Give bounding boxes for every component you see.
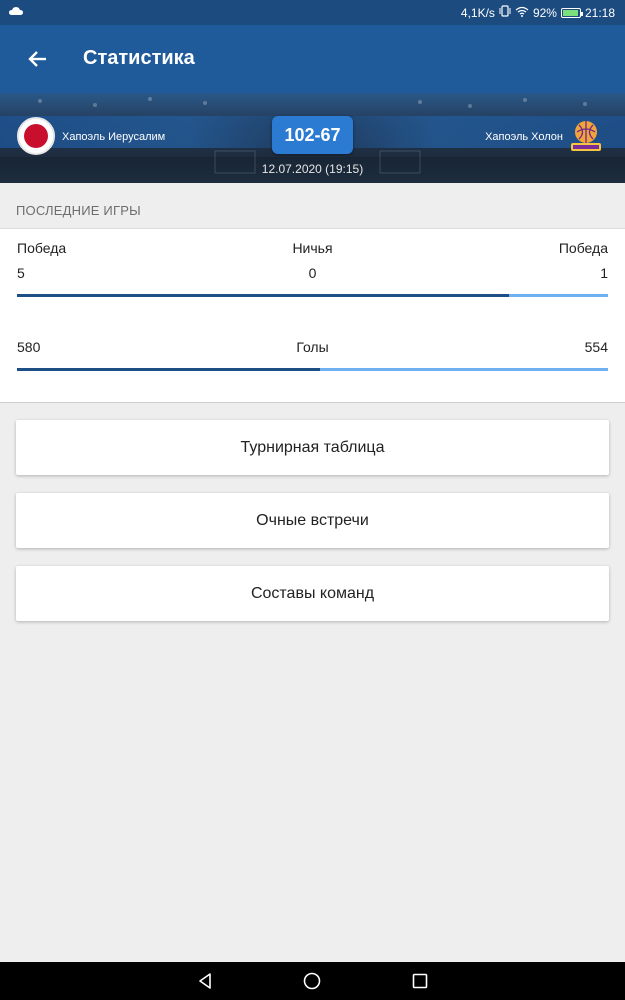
battery-percent: 92% xyxy=(532,5,557,20)
wifi-icon xyxy=(515,6,529,20)
goals-bar xyxy=(17,368,608,371)
away-wins-label: Победа xyxy=(558,240,608,256)
app-bar: Статистика xyxy=(0,25,625,93)
away-team-logo[interactable] xyxy=(567,117,605,155)
away-goals-value: 554 xyxy=(584,339,608,355)
net-speed: 4,1K/s xyxy=(460,5,495,20)
system-home-button[interactable] xyxy=(303,972,321,995)
back-button[interactable] xyxy=(22,43,54,75)
section-header: ПОСЛЕДНИЕ ИГРЫ xyxy=(0,183,625,229)
circle-home-icon xyxy=(303,972,321,990)
cloud-icon xyxy=(9,5,23,19)
home-team-logo[interactable] xyxy=(17,117,55,155)
away-wins-value: 1 xyxy=(600,265,608,281)
system-nav-bar xyxy=(0,962,625,1000)
team-lineups-button[interactable]: Составы команд xyxy=(16,566,609,621)
home-team-name[interactable]: Хапоэль Иерусалим xyxy=(62,131,165,143)
system-recents-button[interactable] xyxy=(411,972,429,995)
results-bar xyxy=(17,294,608,297)
goals-bar-home-fill xyxy=(17,368,320,371)
match-header: Хапоэль Иерусалим 102-67 Хапоэль Холон 1… xyxy=(0,93,625,183)
square-recents-icon xyxy=(412,973,428,989)
battery-fill xyxy=(562,9,578,16)
section-title: ПОСЛЕДНИЕ ИГРЫ xyxy=(16,203,141,218)
goals-label: Голы xyxy=(296,339,329,355)
draws-label: Ничья xyxy=(292,240,333,256)
home-team-logo-emblem xyxy=(24,124,48,148)
head-to-head-button[interactable]: Очные встречи xyxy=(16,493,609,548)
vibrate-icon xyxy=(499,5,511,20)
results-bar-home-fill xyxy=(17,294,510,297)
system-back-button[interactable] xyxy=(196,972,214,995)
match-datetime: 12.07.2020 (19:15) xyxy=(261,162,364,176)
score-badge: 102-67 xyxy=(272,116,353,154)
standings-button[interactable]: Турнирная таблица xyxy=(16,420,609,475)
arrow-left-icon xyxy=(28,51,46,67)
draws-value: 0 xyxy=(308,265,317,281)
away-team-name[interactable]: Хапоэль Холон xyxy=(485,131,563,143)
clock: 21:18 xyxy=(584,5,615,20)
holon-logo-icon xyxy=(571,121,601,151)
triangle-back-icon xyxy=(199,973,211,989)
battery-icon xyxy=(560,7,583,18)
page-title: Статистика xyxy=(83,47,195,69)
last-games-stats: Победа Ничья Победа 5 0 1 580 Голы 554 xyxy=(0,229,625,403)
status-bar: 4,1K/s 92% 21:18 xyxy=(0,0,625,25)
